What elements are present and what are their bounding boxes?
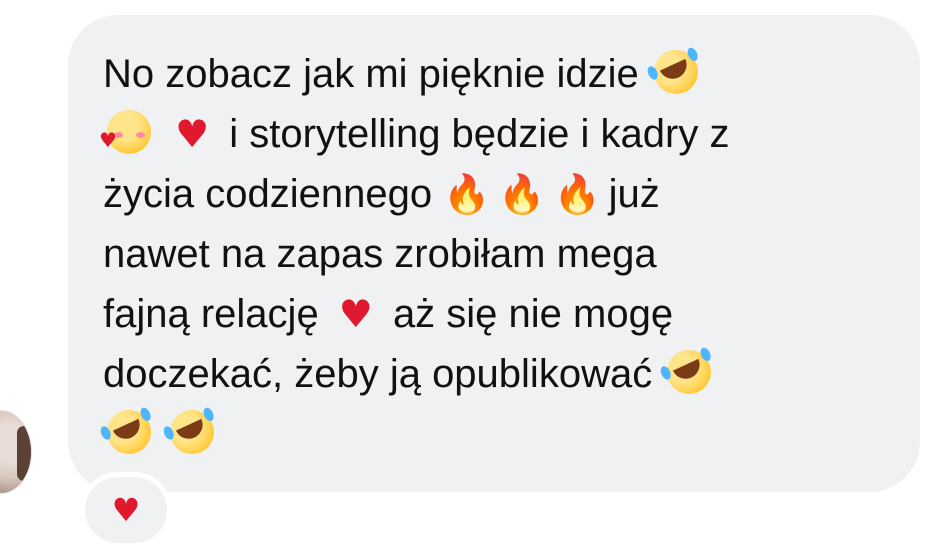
red-heart-emoji-icon: ♥ — [338, 292, 373, 336]
chat-screen: No zobacz jak mi pięknie idzie ♥ i story… — [0, 0, 942, 556]
message-line-1: No zobacz jak mi pięknie idzie — [103, 42, 893, 104]
message-line-3: życia codziennego 🔥 🔥 🔥 już — [103, 164, 893, 224]
fire-emoji-icon: 🔥 — [443, 172, 491, 216]
message-text-segment: już — [608, 172, 660, 216]
message-line-5: fajną relację ♥ aż się nie mogę — [103, 284, 893, 344]
message-text: No zobacz jak mi pięknie idzie ♥ i story… — [99, 42, 893, 464]
rolling-on-floor-laughing-emoji-icon — [646, 42, 706, 102]
message-line-7 — [99, 402, 893, 464]
smiling-face-with-hearts-emoji-icon — [99, 108, 155, 160]
message-line-4: nawet na zapas zrobiłam mega — [103, 224, 893, 284]
message-text-segment: doczekać, żeby ją opublikować — [103, 352, 653, 396]
rolling-on-floor-laughing-emoji-icon — [162, 402, 222, 462]
message-text-segment: aż się nie mogę — [392, 292, 674, 336]
rolling-on-floor-laughing-emoji-icon — [660, 342, 719, 402]
message-text-segment: fajną relację — [103, 292, 319, 336]
message-text-segment: nawet na zapas zrobiłam mega — [103, 232, 657, 276]
message-text-segment: No zobacz jak mi pięknie idzie — [103, 52, 639, 96]
sender-avatar[interactable] — [0, 410, 32, 494]
message-text-segment: i storytelling będzie i kadry z — [229, 112, 730, 156]
red-heart-emoji-icon: ♥ — [175, 112, 210, 156]
fire-emoji-icon: 🔥 — [498, 172, 546, 216]
fire-emoji-icon: 🔥 — [553, 172, 601, 216]
message-line-2: ♥ i storytelling będzie i kadry z — [99, 104, 893, 164]
message-reaction[interactable]: ♥ — [80, 472, 172, 548]
rolling-on-floor-laughing-emoji-icon — [99, 402, 159, 462]
message-text-segment: życia codziennego — [103, 172, 433, 216]
avatar-hair — [17, 426, 31, 481]
message-line-6: doczekać, żeby ją opublikować — [103, 342, 893, 404]
heart-reaction-icon[interactable]: ♥ — [112, 494, 141, 526]
